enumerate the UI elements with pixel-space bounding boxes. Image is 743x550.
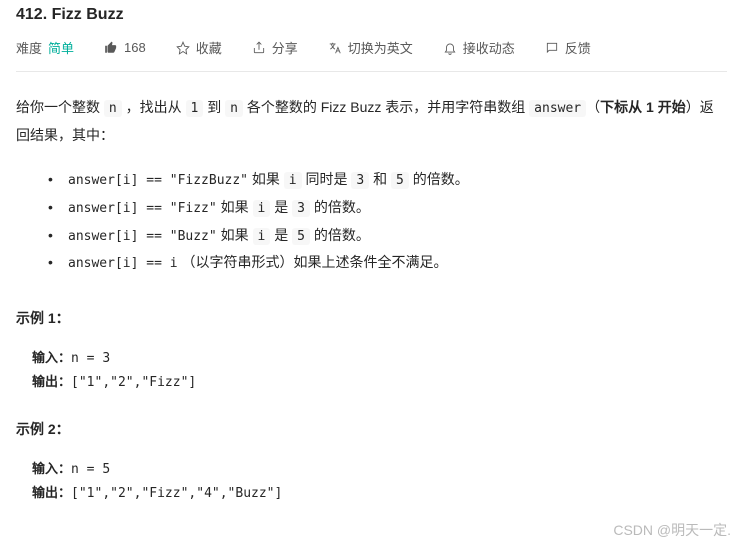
input-value: n = 3 bbox=[71, 351, 110, 366]
list-item: answer[i] == "Buzz" 如果 i 是 5 的倍数。 bbox=[48, 222, 727, 250]
example-2-title: 示例 2： bbox=[16, 416, 727, 443]
rules-list: answer[i] == "FizzBuzz" 如果 i 同时是 3 和 5 的… bbox=[16, 166, 727, 277]
share-button[interactable]: 分享 bbox=[252, 38, 298, 57]
problem-description: 给你一个整数 n ，找出从 1 到 n 各个整数的 Fizz Buzz 表示，并… bbox=[16, 94, 727, 506]
difficulty: 难度 简单 bbox=[16, 38, 74, 57]
output-label: 输出： bbox=[32, 485, 71, 500]
translate-icon bbox=[328, 41, 342, 55]
like-button[interactable]: 168 bbox=[104, 40, 146, 55]
favorite-label: 收藏 bbox=[196, 38, 222, 57]
subscribe-label: 接收动态 bbox=[463, 38, 515, 57]
switch-lang-button[interactable]: 切换为英文 bbox=[328, 38, 413, 57]
share-icon bbox=[252, 41, 266, 55]
difficulty-value: 简单 bbox=[48, 38, 74, 57]
example-2-block: 输入：n = 5 输出：["1","2","Fizz","4","Buzz"] bbox=[16, 457, 727, 506]
output-value: ["1","2","Fizz","4","Buzz"] bbox=[71, 486, 282, 501]
star-icon bbox=[176, 41, 190, 55]
comment-icon bbox=[545, 41, 559, 55]
favorite-button[interactable]: 收藏 bbox=[176, 38, 222, 57]
output-value: ["1","2","Fizz"] bbox=[71, 375, 196, 390]
example-1-block: 输入：n = 3 输出：["1","2","Fizz"] bbox=[16, 346, 727, 395]
thumb-up-icon bbox=[104, 41, 118, 55]
meta-bar: 难度 简单 168 收藏 分享 切换为英文 bbox=[16, 38, 727, 72]
description-paragraph: 给你一个整数 n ，找出从 1 到 n 各个整数的 Fizz Buzz 表示，并… bbox=[16, 94, 727, 148]
feedback-label: 反馈 bbox=[565, 38, 591, 57]
output-label: 输出： bbox=[32, 374, 71, 389]
subscribe-button[interactable]: 接收动态 bbox=[443, 38, 515, 57]
share-label: 分享 bbox=[272, 38, 298, 57]
list-item: answer[i] == "FizzBuzz" 如果 i 同时是 3 和 5 的… bbox=[48, 166, 727, 194]
switch-lang-label: 切换为英文 bbox=[348, 38, 413, 57]
input-value: n = 5 bbox=[71, 462, 110, 477]
difficulty-label: 难度 bbox=[16, 38, 42, 57]
feedback-button[interactable]: 反馈 bbox=[545, 38, 591, 57]
like-count: 168 bbox=[124, 40, 146, 55]
input-label: 输入： bbox=[32, 350, 71, 365]
watermark: CSDN @明天一定. bbox=[613, 520, 731, 540]
bell-icon bbox=[443, 41, 457, 55]
example-1-title: 示例 1： bbox=[16, 305, 727, 332]
input-label: 输入： bbox=[32, 461, 71, 476]
problem-title: 412. Fizz Buzz bbox=[16, 6, 727, 24]
list-item: answer[i] == "Fizz" 如果 i 是 3 的倍数。 bbox=[48, 194, 727, 222]
list-item: answer[i] == i （以字符串形式）如果上述条件全不满足。 bbox=[48, 249, 727, 277]
